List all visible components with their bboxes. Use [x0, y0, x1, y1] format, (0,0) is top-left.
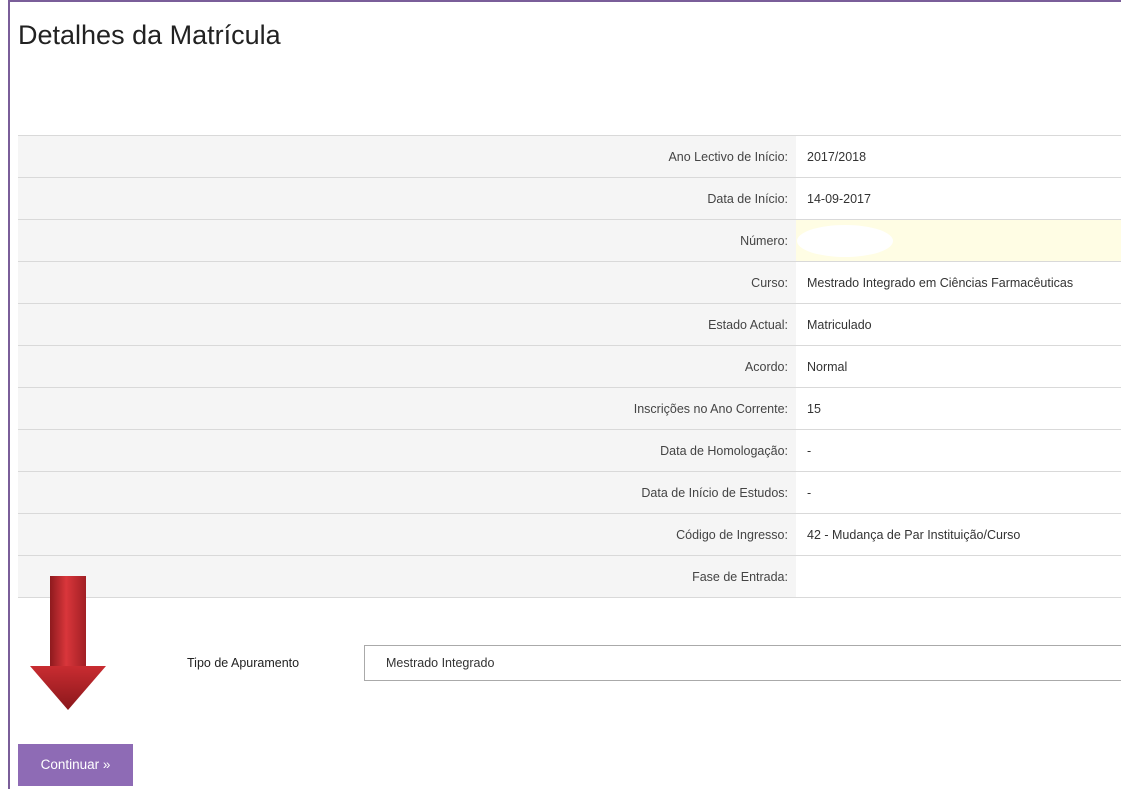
table-row: Ano Lectivo de Início: 2017/2018 [18, 135, 1121, 178]
field-label-data-inicio: Data de Início: [18, 177, 796, 220]
table-row: Fase de Entrada: [18, 555, 1121, 598]
table-row: Data de Início de Estudos: - [18, 471, 1121, 514]
field-value-ano-lectivo: 2017/2018 [807, 149, 867, 164]
field-value-numero [796, 219, 1121, 262]
field-value-inscricoes: 15 [807, 401, 821, 416]
field-label-curso: Curso: [18, 261, 796, 304]
red-down-arrow-icon [30, 576, 106, 710]
field-value-acordo: Normal [807, 359, 848, 374]
table-row: Estado Actual: Matriculado [18, 303, 1121, 346]
table-row: Data de Início: 14-09-2017 [18, 177, 1121, 220]
table-row: Data de Homologação: - [18, 429, 1121, 472]
tipo-apuramento-select[interactable]: Mestrado Integrado [364, 645, 1121, 681]
continue-button[interactable]: Continuar » [18, 744, 133, 786]
table-row: Curso: Mestrado Integrado em Ciências Fa… [18, 261, 1121, 304]
field-label-estado-actual: Estado Actual: [18, 303, 796, 346]
table-row: Número: [18, 219, 1121, 262]
tipo-apuramento-label: Tipo de Apuramento [187, 656, 300, 670]
enrollment-details-table: Ano Lectivo de Início: 2017/2018 Data de… [18, 135, 1121, 598]
field-label-numero: Número: [18, 219, 796, 262]
table-row: Código de Ingresso: 42 - Mudança de Par … [18, 513, 1121, 556]
field-label-acordo: Acordo: [18, 345, 796, 388]
field-label-codigo-ingresso: Código de Ingresso: [18, 513, 796, 556]
field-value-curso: Mestrado Integrado em Ciências Farmacêut… [807, 275, 1074, 290]
field-label-inscricoes: Inscrições no Ano Corrente: [18, 387, 796, 430]
field-value-data-inicio-estudos: - [807, 485, 812, 500]
field-label-data-homologacao: Data de Homologação: [18, 429, 796, 472]
field-label-fase-entrada: Fase de Entrada: [18, 555, 796, 598]
field-value-fase-entrada [796, 556, 1121, 598]
field-value-data-inicio: 14-09-2017 [807, 191, 871, 206]
table-row: Acordo: Normal [18, 345, 1121, 388]
table-row: Inscrições no Ano Corrente: 15 [18, 387, 1121, 430]
field-value-estado-actual: Matriculado [807, 317, 872, 332]
field-label-ano-lectivo: Ano Lectivo de Início: [18, 135, 796, 178]
field-value-data-homologacao: - [807, 443, 812, 458]
field-value-codigo-ingresso: 42 - Mudança de Par Instituição/Curso [807, 527, 1021, 542]
page-title: Detalhes da Matrícula [18, 20, 281, 50]
redaction-mark [797, 224, 893, 257]
field-label-data-inicio-estudos: Data de Início de Estudos: [18, 471, 796, 514]
